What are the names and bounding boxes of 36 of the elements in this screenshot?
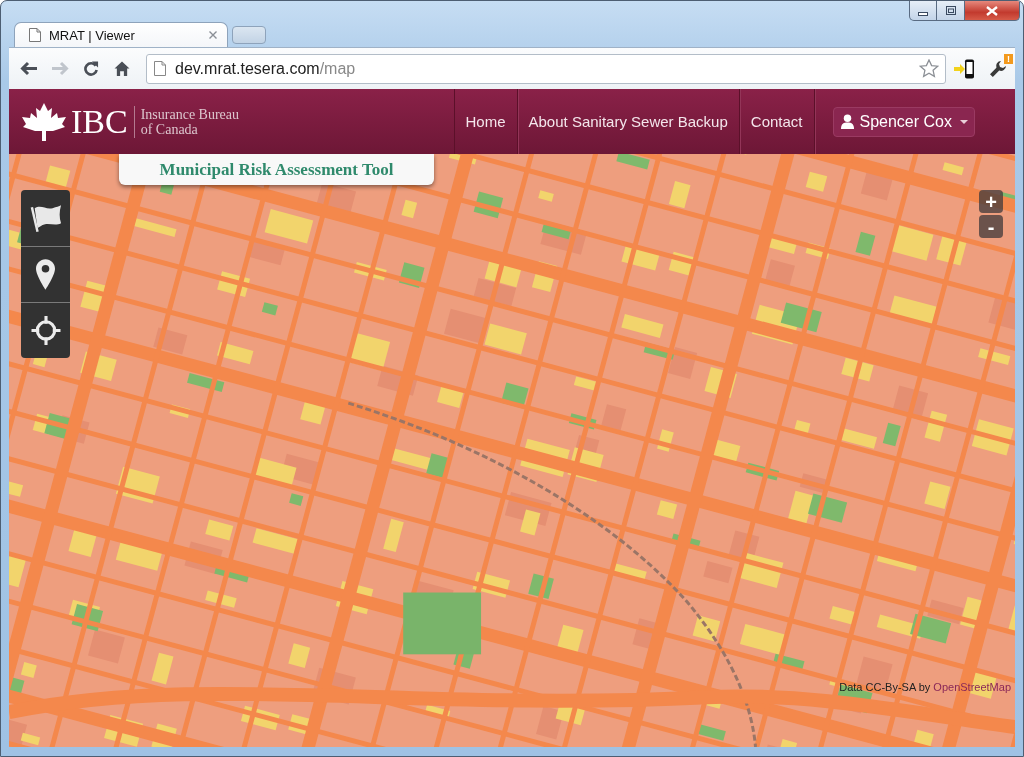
- maple-leaf-icon[interactable]: [21, 102, 67, 141]
- user-menu-button[interactable]: Spencer Cox: [832, 106, 975, 137]
- browser-tab[interactable]: MRAT | Viewer: [14, 22, 228, 47]
- crosshair-icon: [29, 316, 62, 345]
- address-field[interactable]: dev.mrat.tesera.com/map: [146, 53, 946, 84]
- zoom-in-button[interactable]: +: [979, 190, 1003, 213]
- close-button[interactable]: [965, 1, 1020, 21]
- close-icon: [986, 5, 998, 16]
- page-icon: [154, 61, 166, 76]
- close-icon[interactable]: [209, 31, 217, 39]
- map-pin-icon: [36, 259, 55, 290]
- wrench-icon[interactable]: [989, 59, 1007, 78]
- flag-tool-button[interactable]: [21, 190, 70, 246]
- url-text: dev.mrat.tesera.com/map: [175, 59, 356, 78]
- minimize-icon: [918, 11, 928, 16]
- reload-icon[interactable]: [82, 61, 100, 76]
- tool-title-banner: Municipal Risk Assessment Tool: [119, 154, 434, 185]
- caret-icon: [960, 119, 968, 124]
- home-icon[interactable]: [113, 61, 131, 76]
- back-arrow-icon[interactable]: [20, 61, 38, 76]
- update-badge: !: [1004, 53, 1013, 64]
- maximize-icon: [945, 6, 956, 15]
- zoom-out-button[interactable]: -: [979, 215, 1003, 238]
- locate-tool-button[interactable]: [21, 302, 70, 358]
- bookmark-star-icon[interactable]: [919, 59, 939, 78]
- flag-icon: [29, 203, 62, 233]
- phone-icon[interactable]: [954, 58, 976, 79]
- maximize-button[interactable]: [937, 1, 965, 21]
- map-attribution: Data CC-By-SA by OpenStreetMap: [839, 681, 1011, 693]
- attribution-link[interactable]: OpenStreetMap: [933, 681, 1011, 693]
- page-icon: [29, 28, 41, 42]
- logo-wordmark[interactable]: IBC: [71, 105, 135, 138]
- marker-tool-button[interactable]: [21, 246, 70, 302]
- person-icon: [840, 114, 854, 129]
- minimize-button[interactable]: [909, 1, 937, 21]
- organization-name: Insurance Bureau of Canada: [140, 106, 240, 137]
